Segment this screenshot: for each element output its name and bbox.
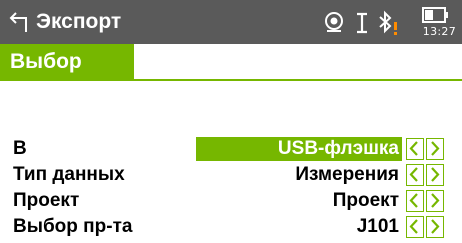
destination-value[interactable]: USB-флэшка [196, 137, 402, 161]
export-screen: Экспорт 13:27 Выбор В USB-флэшка Тип дан… [0, 0, 462, 243]
gps-satellite-icon [322, 10, 346, 39]
text-cursor-icon [354, 12, 370, 39]
arrow-left-icon[interactable] [406, 164, 424, 186]
tab-strip: Выбор [0, 44, 462, 81]
page-title: Экспорт [36, 10, 122, 33]
row-label: Проект [13, 190, 80, 211]
row-label: Выбор пр-та [13, 216, 133, 237]
project-value[interactable]: Проект [333, 189, 402, 213]
project-select-value[interactable]: J101 [357, 215, 402, 239]
row-label: Тип данных [13, 164, 125, 185]
arrow-right-icon[interactable] [426, 190, 444, 212]
arrow-right-icon[interactable] [426, 138, 444, 160]
parameter-list: В USB-флэшка Тип данных Измерения Проект… [0, 136, 462, 240]
data-type-value[interactable]: Измерения [295, 163, 402, 187]
arrow-right-icon[interactable] [426, 164, 444, 186]
row-project-select[interactable]: Выбор пр-та J101 [0, 214, 462, 240]
arrow-right-icon[interactable] [426, 216, 444, 238]
tab-underline [0, 79, 462, 81]
arrow-left-icon[interactable] [406, 216, 424, 238]
title-bar: Экспорт 13:27 [0, 0, 462, 44]
back-arrow-icon[interactable] [8, 8, 32, 34]
arrow-left-icon[interactable] [406, 190, 424, 212]
row-destination[interactable]: В USB-флэшка [0, 136, 462, 162]
bluetooth-warning-icon [376, 10, 402, 41]
row-project[interactable]: Проект Проект [0, 188, 462, 214]
row-label: В [13, 138, 27, 159]
row-data-type[interactable]: Тип данных Измерения [0, 162, 462, 188]
arrow-left-icon[interactable] [406, 138, 424, 160]
tab-select[interactable]: Выбор [0, 44, 134, 80]
clock: 13:27 [422, 25, 456, 38]
